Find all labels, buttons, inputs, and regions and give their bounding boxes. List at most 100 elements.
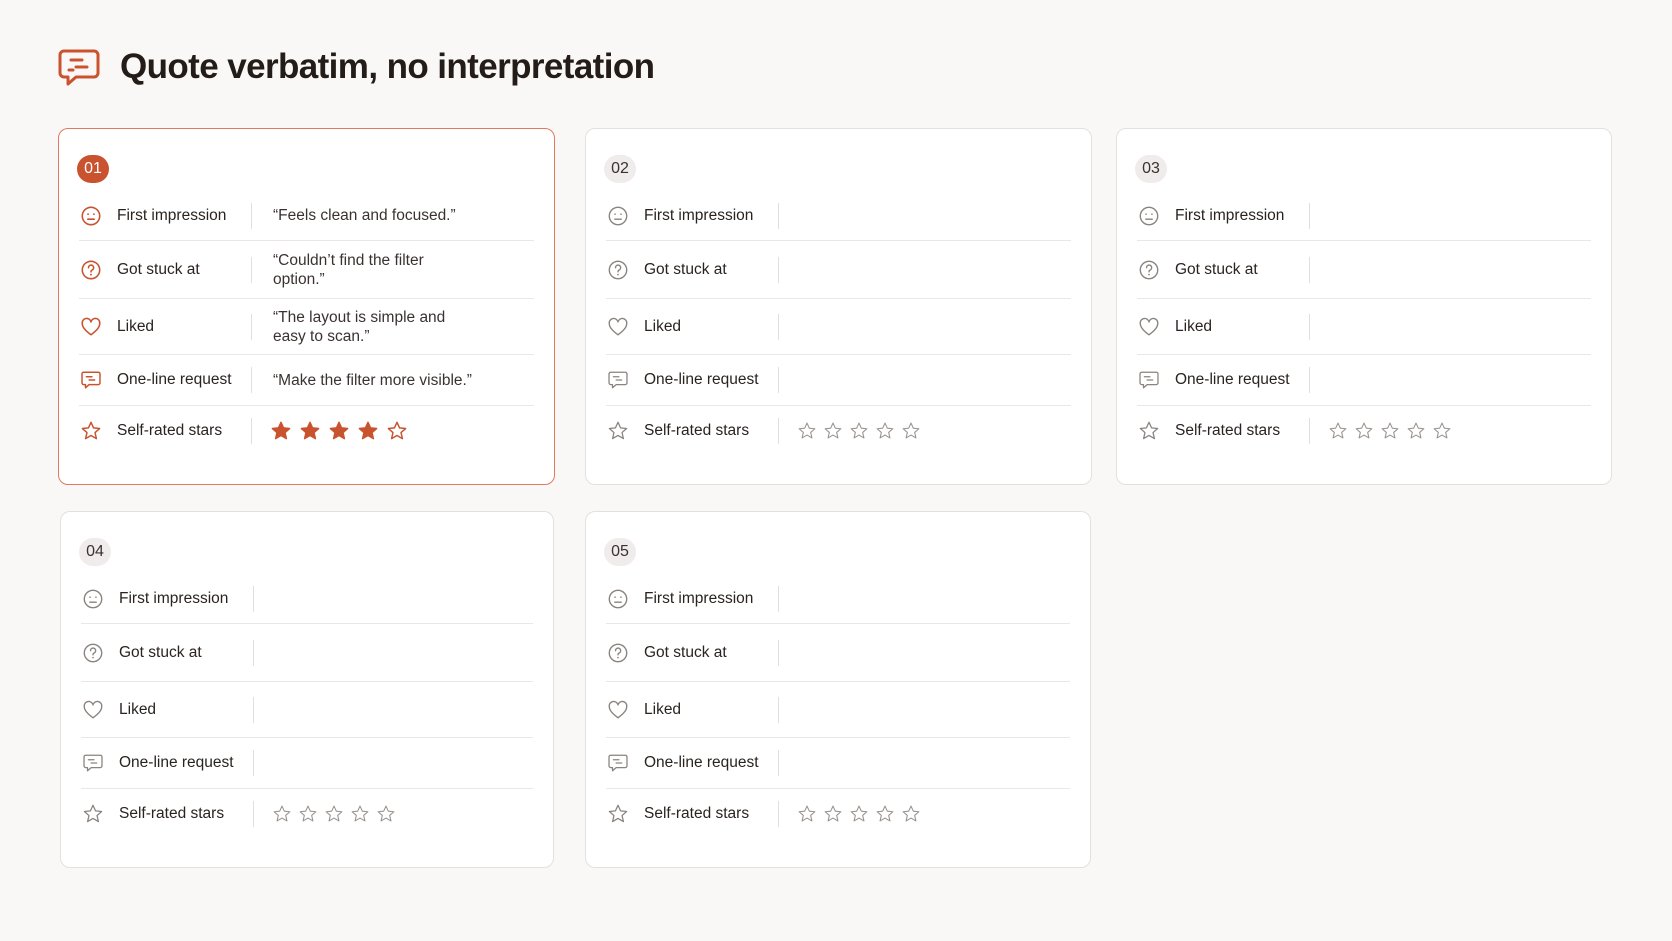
star-empty-icon[interactable]: [272, 804, 292, 824]
message-icon: [81, 752, 119, 774]
star-empty-icon[interactable]: [376, 804, 396, 824]
star-filled-icon[interactable]: [270, 420, 292, 442]
row-request: One-line request: [81, 738, 533, 789]
star-empty-icon[interactable]: [875, 804, 895, 824]
star-icon: [79, 420, 117, 442]
star-rating: [779, 421, 921, 441]
label-got-stuck: Got stuck at: [117, 260, 200, 278]
row-got-stuck: Got stuck at: [606, 624, 1070, 682]
star-empty-icon[interactable]: [1354, 421, 1374, 441]
card-number-badge: 02: [604, 155, 636, 183]
star-empty-icon[interactable]: [875, 421, 895, 441]
row-liked: Liked: [606, 682, 1070, 738]
star-empty-icon[interactable]: [350, 804, 370, 824]
star-empty-icon[interactable]: [386, 420, 408, 442]
label-first-impression: First impression: [1175, 206, 1285, 224]
question-icon: [81, 642, 119, 664]
row-request: One-line request: [606, 355, 1071, 406]
row-divider: [253, 750, 254, 776]
star-empty-icon[interactable]: [849, 421, 869, 441]
row-divider: [778, 696, 779, 723]
value-first-impression[interactable]: “Feels clean and focused.”: [252, 206, 472, 225]
label-stars: Self-rated stars: [644, 422, 750, 439]
row-got-stuck: Got stuck at “Couldn’t find the filter o…: [79, 241, 534, 299]
star-empty-icon[interactable]: [1406, 421, 1426, 441]
value-liked[interactable]: “The layout is simple and easy to scan.”: [252, 308, 472, 346]
label-got-stuck: Got stuck at: [644, 643, 727, 661]
label-liked: Liked: [1175, 317, 1213, 335]
label-liked: Liked: [644, 317, 682, 335]
star-rating: [252, 420, 408, 442]
star-icon: [606, 420, 644, 442]
star-empty-icon[interactable]: [823, 421, 843, 441]
row-first-impression: First impression “Feels clean and focuse…: [79, 191, 534, 241]
row-first-impression: First impression: [1137, 191, 1591, 241]
question-icon: [1137, 259, 1175, 281]
star-empty-icon[interactable]: [797, 804, 817, 824]
value-got-stuck[interactable]: “Couldn’t find the filter option.”: [252, 251, 472, 289]
star-empty-icon[interactable]: [849, 804, 869, 824]
row-divider: [778, 256, 779, 283]
heart-icon: [81, 699, 119, 721]
row-divider: [778, 750, 779, 776]
label-request: One-line request: [117, 371, 232, 388]
interview-card: 01 First impression “Feels clean and foc…: [58, 128, 555, 485]
row-request: One-line request: [606, 738, 1070, 789]
star-filled-icon[interactable]: [299, 420, 321, 442]
label-liked: Liked: [119, 700, 157, 718]
row-stars: Self-rated stars: [606, 789, 1070, 839]
message-icon: [1137, 369, 1175, 391]
label-first-impression: First impression: [644, 206, 754, 224]
row-divider: [1309, 256, 1310, 283]
row-divider: [778, 202, 779, 229]
star-filled-icon[interactable]: [357, 420, 379, 442]
star-empty-icon[interactable]: [823, 804, 843, 824]
label-got-stuck: Got stuck at: [644, 260, 727, 278]
star-rating: [1310, 421, 1452, 441]
star-empty-icon[interactable]: [901, 421, 921, 441]
label-stars: Self-rated stars: [1175, 422, 1281, 439]
message-icon: [606, 369, 644, 391]
card-number-badge: 05: [604, 538, 636, 566]
row-stars: Self-rated stars: [81, 789, 533, 839]
star-empty-icon[interactable]: [1432, 421, 1452, 441]
star-empty-icon[interactable]: [901, 804, 921, 824]
row-first-impression: First impression: [606, 574, 1070, 624]
star-icon: [606, 803, 644, 825]
row-divider: [253, 639, 254, 666]
star-icon: [1137, 420, 1175, 442]
row-divider: [778, 313, 779, 340]
label-got-stuck: Got stuck at: [1175, 260, 1258, 278]
star-empty-icon[interactable]: [298, 804, 318, 824]
neutral-face-icon: [1137, 205, 1175, 227]
label-request: One-line request: [644, 371, 759, 388]
row-request: One-line request “Make the filter more v…: [79, 355, 534, 406]
interview-card: 02 First impression Got stuck at Liked O…: [585, 128, 1092, 485]
star-empty-icon[interactable]: [1380, 421, 1400, 441]
star-rating: [779, 804, 921, 824]
star-filled-icon[interactable]: [328, 420, 350, 442]
row-divider: [253, 696, 254, 723]
value-request[interactable]: “Make the filter more visible.”: [252, 371, 472, 390]
row-got-stuck: Got stuck at: [1137, 241, 1591, 299]
star-empty-icon[interactable]: [797, 421, 817, 441]
question-icon: [79, 259, 117, 281]
heart-icon: [1137, 316, 1175, 338]
row-got-stuck: Got stuck at: [81, 624, 533, 682]
row-stars: Self-rated stars: [1137, 406, 1591, 456]
label-got-stuck: Got stuck at: [119, 643, 202, 661]
message-icon: [79, 369, 117, 391]
label-stars: Self-rated stars: [644, 805, 750, 822]
star-empty-icon[interactable]: [324, 804, 344, 824]
label-first-impression: First impression: [644, 589, 754, 607]
label-request: One-line request: [1175, 371, 1290, 388]
page-header: Quote verbatim, no interpretation: [58, 46, 655, 88]
card-number-badge: 04: [79, 538, 111, 566]
heart-icon: [79, 316, 117, 338]
star-empty-icon[interactable]: [1328, 421, 1348, 441]
heart-icon: [606, 699, 644, 721]
label-stars: Self-rated stars: [119, 805, 225, 822]
row-divider: [778, 585, 779, 612]
card-number-badge: 03: [1135, 155, 1167, 183]
neutral-face-icon: [606, 588, 644, 610]
